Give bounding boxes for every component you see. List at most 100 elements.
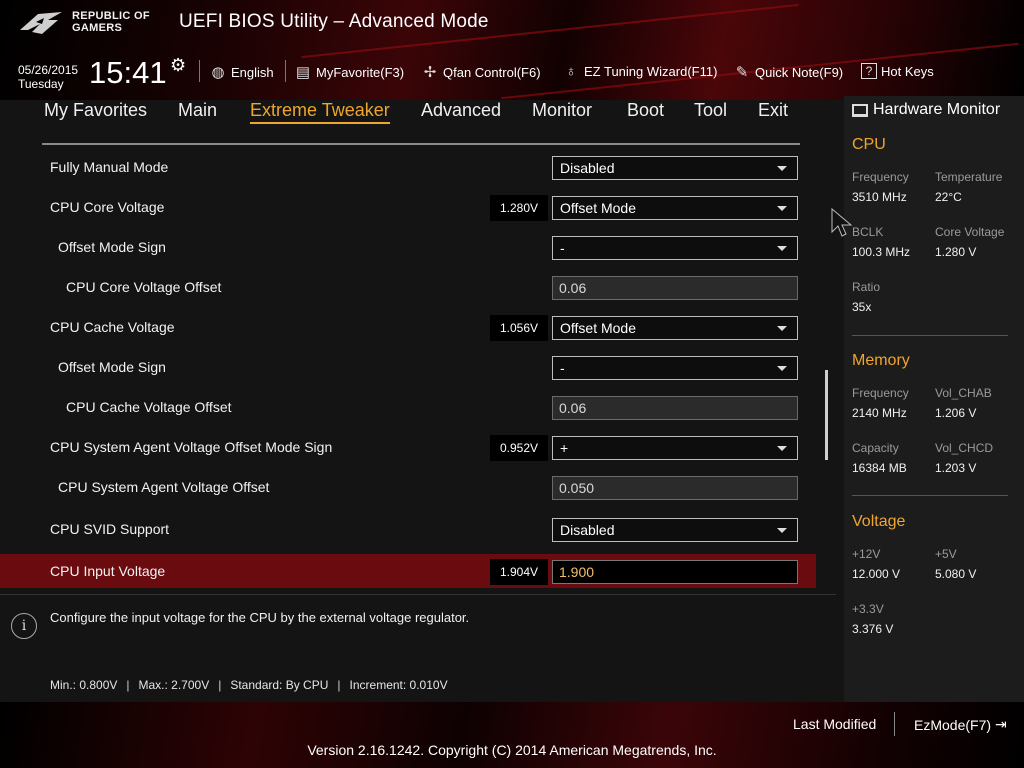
value-limits: Min.: 0.800V | Max.: 2.700V | Standard: By C… [50, 678, 448, 692]
cpu-frequency-value: 3510 MHz [852, 190, 907, 204]
setting-row-cpu-svid-support[interactable]: CPU SVID Support Disabled [0, 512, 816, 546]
hw-divider [852, 335, 1008, 336]
v33-label: +3.3V [852, 602, 884, 616]
hardware-monitor-title: Hardware Monitor [852, 101, 1000, 119]
tab-boot[interactable]: Boot [627, 100, 664, 121]
cpu-svid-support-select[interactable]: Disabled [552, 518, 798, 542]
globe-icon: ◍ [211, 64, 225, 81]
limit-max: Max.: 2.700V [138, 678, 210, 692]
help-divider [0, 594, 836, 595]
chevron-down-icon [777, 246, 787, 251]
chevron-down-icon [777, 366, 787, 371]
cpu-core-voltage-select[interactable]: Offset Mode [552, 196, 798, 220]
setting-row-cpu-input-voltage[interactable]: CPU Input Voltage 1.904V 1.900 [0, 554, 816, 588]
setting-row-core-offset-mode-sign[interactable]: Offset Mode Sign - [0, 230, 816, 264]
sa-offset-mode-sign-select[interactable]: + [552, 436, 798, 460]
setting-row-cpu-core-voltage-offset[interactable]: CPU Core Voltage Offset 0.06 [0, 270, 816, 304]
select-value: Disabled [560, 522, 615, 538]
select-value: - [560, 240, 565, 256]
logo-line2: GAMERS [72, 22, 123, 34]
setting-label: CPU Cache Voltage [50, 319, 175, 335]
question-icon: ? [861, 63, 877, 79]
cpu-frequency-label: Frequency [852, 170, 909, 184]
quick-note-button[interactable]: ✎ Quick Note(F9) [733, 63, 843, 81]
header-bar: REPUBLIC OF GAMERS UEFI BIOS Utility – A… [0, 0, 1024, 100]
capacity-value: 16384 MB [852, 461, 907, 475]
current-value-badge: 1.280V [490, 195, 548, 221]
vol-chab-value: 1.206 V [935, 406, 977, 420]
setting-row-cpu-core-voltage[interactable]: CPU Core Voltage 1.280V Offset Mode [0, 190, 816, 224]
weekday-text: Tuesday [18, 77, 64, 91]
ez-mode-button[interactable]: EzMode(F7) ⇥ [914, 716, 1007, 733]
capacity-label: Capacity [852, 441, 899, 455]
cpu-section-heading: CPU [852, 136, 886, 153]
chevron-down-icon [777, 326, 787, 331]
gear-icon[interactable]: ⚙ [170, 55, 186, 76]
select-value: Offset Mode [560, 200, 637, 216]
core-voltage-label: Core Voltage [935, 225, 1005, 239]
chevron-down-icon [777, 528, 787, 533]
tab-advanced[interactable]: Advanced [421, 100, 501, 121]
logo-line1: REPUBLIC OF [72, 10, 150, 22]
cpu-temperature-value: 22°C [935, 190, 962, 204]
current-value-badge: 1.904V [490, 559, 548, 585]
current-value-badge: 0.952V [490, 435, 548, 461]
setting-row-sa-voltage-offset[interactable]: CPU System Agent Voltage Offset 0.050 [0, 470, 816, 504]
setting-row-cache-offset-mode-sign[interactable]: Offset Mode Sign - [0, 350, 816, 384]
myfavorite-button[interactable]: ▤ MyFavorite(F3) [294, 63, 404, 81]
bulb-icon: ♁ [565, 63, 577, 80]
select-value: + [560, 440, 569, 456]
tab-main[interactable]: Main [178, 100, 217, 121]
fully-manual-mode-select[interactable]: Disabled [552, 156, 798, 180]
copyright-text: Version 2.16.1242. Copyright (C) 2014 Am… [307, 742, 717, 758]
core-offset-mode-sign-select[interactable]: - [552, 236, 798, 260]
fan-icon: ✢ [423, 64, 437, 81]
cpu-cache-voltage-offset-input[interactable]: 0.06 [552, 396, 798, 420]
date-display: 05/26/2015 Tuesday [18, 63, 78, 91]
divider [199, 60, 200, 82]
last-modified-button[interactable]: Last Modified [793, 716, 876, 732]
hot-keys-button[interactable]: ? Hot Keys [861, 63, 934, 79]
mem-frequency-label: Frequency [852, 386, 909, 400]
exit-arrow-icon: ⇥ [995, 716, 1007, 732]
sa-voltage-offset-input[interactable]: 0.050 [552, 476, 798, 500]
cache-offset-mode-sign-select[interactable]: - [552, 356, 798, 380]
mouse-cursor-icon [831, 208, 853, 237]
setting-label: CPU System Agent Voltage Offset Mode Sig… [50, 439, 333, 455]
setting-label: Fully Manual Mode [50, 159, 169, 175]
setting-row-sa-offset-mode-sign[interactable]: CPU System Agent Voltage Offset Mode Sig… [0, 430, 816, 464]
v12-value: 12.000 V [852, 567, 901, 581]
footer-bar: Last Modified EzMode(F7) ⇥ Version 2.16.… [0, 702, 1024, 768]
v33-value: 3.376 V [852, 622, 894, 636]
setting-row-cpu-cache-voltage-offset[interactable]: CPU Cache Voltage Offset 0.06 [0, 390, 816, 424]
ratio-value: 35x [852, 300, 872, 314]
setting-label: Offset Mode Sign [58, 359, 166, 375]
app-title: UEFI BIOS Utility – Advanced Mode [179, 11, 489, 32]
hw-divider [852, 495, 1008, 496]
tab-monitor[interactable]: Monitor [532, 100, 592, 121]
cpu-core-voltage-offset-input[interactable]: 0.06 [552, 276, 798, 300]
tab-my-favorites[interactable]: My Favorites [44, 100, 147, 121]
rog-logo-icon [20, 12, 62, 34]
vol-chcd-label: Vol_CHCD [935, 441, 994, 455]
limit-min: Min.: 0.800V [50, 678, 118, 692]
ez-tuning-wizard-button[interactable]: ♁ EZ Tuning Wizard(F11) [562, 63, 717, 80]
bclk-label: BCLK [852, 225, 884, 239]
setting-row-fully-manual-mode[interactable]: Fully Manual Mode Disabled [0, 150, 816, 184]
cpu-cache-voltage-select[interactable]: Offset Mode [552, 316, 798, 340]
language-label: English [231, 64, 274, 80]
ez-tuning-label: EZ Tuning Wizard(F11) [584, 64, 718, 79]
settings-scrollbar[interactable] [825, 370, 828, 460]
setting-row-cpu-cache-voltage[interactable]: CPU Cache Voltage 1.056V Offset Mode [0, 310, 816, 344]
tab-tool[interactable]: Tool [694, 100, 727, 121]
qfan-control-button[interactable]: ✢ Qfan Control(F6) [421, 63, 541, 81]
cpu-input-voltage-input[interactable]: 1.900 [552, 560, 798, 584]
v5-value: 5.080 V [935, 567, 977, 581]
setting-label: CPU System Agent Voltage Offset [58, 479, 270, 495]
v12-label: +12V [852, 547, 881, 561]
tab-extreme-tweaker[interactable]: Extreme Tweaker [250, 100, 390, 124]
monitor-icon [852, 103, 868, 117]
language-button[interactable]: ◍ English [209, 63, 274, 81]
tab-exit[interactable]: Exit [758, 100, 788, 121]
tab-divider [42, 143, 800, 145]
